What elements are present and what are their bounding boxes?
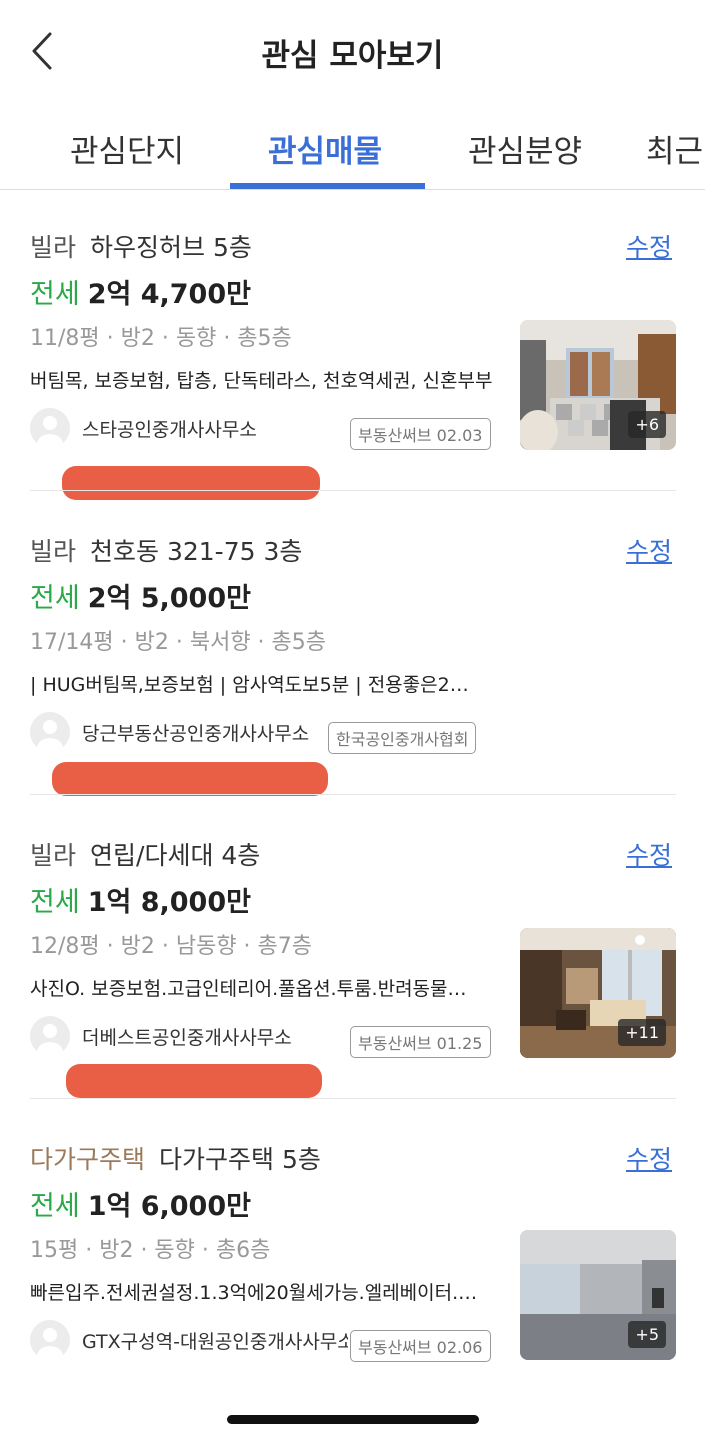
listing-photo[interactable]: +6 (520, 320, 676, 450)
property-description: | HUG버팀목,보증보험 | 암사역도보5분 | 전용좋은2… (30, 674, 469, 696)
tab-interest-complex[interactable]: 관심단지 (70, 126, 184, 171)
property-name: 연립/다세대 4층 (90, 841, 261, 870)
edit-link[interactable]: 수정 (626, 836, 672, 872)
deal-type: 전세 (30, 887, 80, 918)
property-type: 빌라 (30, 841, 77, 870)
property-spec: 11/8평 · 방2 · 동향 · 총5층 (30, 326, 292, 351)
source-badge: 부동산써브 02.06 (350, 1330, 491, 1362)
property-description: 빠른입주.전세권설정.1.3억에20월세가능.엘레베이터.… (30, 1282, 478, 1304)
listing-photo[interactable]: +5 (520, 1230, 676, 1360)
photo-count: +11 (618, 1019, 666, 1046)
edit-link[interactable]: 수정 (626, 532, 672, 568)
avatar-icon (30, 408, 70, 448)
property-type: 다가구주택 (30, 1145, 146, 1174)
property-name: 다가구주택 5층 (159, 1145, 321, 1174)
agent-name: 더베스트공인중개사사무소 (82, 1026, 292, 1049)
agent-row: 당근부동산공인중개사사무소 (30, 710, 322, 754)
deal-type: 전세 (30, 583, 80, 614)
price-amount: 2억 4,700만 (87, 279, 251, 310)
edit-link[interactable]: 수정 (626, 228, 672, 264)
agent-row: 더베스트공인중개사사무소 (30, 1014, 322, 1058)
avatar-icon (30, 712, 70, 752)
photo-count: +6 (628, 411, 666, 438)
price: 전세 2억 5,000만 (30, 576, 251, 615)
property-spec: 12/8평 · 방2 · 남동향 · 총7층 (30, 934, 313, 959)
tab-bar: 관심단지 관심매물 관심분양 최근 (0, 110, 705, 190)
listing-photo[interactable]: +11 (520, 928, 676, 1058)
avatar-icon (30, 1016, 70, 1056)
property-description: 버팀목, 보증보험, 탑층, 단독테라스, 천호역세권, 신혼부부 (30, 370, 493, 392)
listing-card[interactable]: 다가구주택 다가구주택 5층 수정 전세 1억 6,000만 15평 · 방2 · … (30, 1140, 676, 1380)
agent-row: GTX구성역-대원공인중개사사무소 (30, 1318, 348, 1362)
agent-name: 당근부동산공인중개사사무소 (82, 722, 310, 745)
price-amount: 2억 5,000만 (87, 583, 251, 614)
property-description: 사진O. 보증보험.고급인테리어.풀옵션.투룸.반려동물… (30, 978, 467, 1000)
app-header: 관심 모아보기 (0, 0, 705, 100)
active-tab-indicator (230, 183, 425, 189)
tab-interest-presale[interactable]: 관심분양 (468, 126, 582, 171)
source-badge: 부동산써브 02.03 (350, 418, 491, 450)
divider (30, 1098, 676, 1099)
property-spec: 17/14평 · 방2 · 북서향 · 총5층 (30, 630, 327, 655)
price-amount: 1억 8,000만 (87, 887, 251, 918)
home-indicator[interactable] (227, 1415, 479, 1424)
price: 전세 2억 4,700만 (30, 272, 251, 311)
property-name: 천호동 321-75 3층 (90, 537, 303, 566)
deal-type: 전세 (30, 279, 80, 310)
property-type: 빌라 (30, 233, 77, 262)
property-name: 하우징허브 5층 (90, 233, 252, 262)
source-badge: 부동산써브 01.25 (350, 1026, 491, 1058)
listing-card[interactable]: 빌라 천호동 321-75 3층 수정 전세 2억 5,000만 17/14평 · … (30, 532, 676, 796)
tab-recent[interactable]: 최근 (646, 126, 703, 171)
price-amount: 1억 6,000만 (87, 1191, 251, 1222)
photo-count: +5 (628, 1321, 666, 1348)
price: 전세 1억 8,000만 (30, 880, 251, 919)
agent-row: 스타공인중개사사무소 (30, 406, 322, 450)
listing-card[interactable]: 빌라 연립/다세대 4층 수정 전세 1억 8,000만 12/8평 · 방2 · … (30, 836, 676, 1099)
edit-link[interactable]: 수정 (626, 1140, 672, 1176)
divider (30, 490, 676, 491)
redaction-mark (52, 762, 328, 796)
price: 전세 1억 6,000만 (30, 1184, 251, 1223)
listing-card[interactable]: 빌라 하우징허브 5층 수정 전세 2억 4,700만 11/8평 · 방2 · 동… (30, 228, 676, 500)
page-title: 관심 모아보기 (261, 38, 444, 74)
avatar-icon (30, 1320, 70, 1360)
property-spec: 15평 · 방2 · 동향 · 총6층 (30, 1238, 271, 1263)
redaction-mark (62, 466, 320, 500)
property-type: 빌라 (30, 537, 77, 566)
divider (30, 794, 676, 795)
agent-name: GTX구성역-대원공인중개사사무소 (82, 1330, 348, 1353)
tab-interest-listings[interactable]: 관심매물 (268, 126, 382, 171)
agent-name: 스타공인중개사사무소 (82, 418, 257, 441)
redaction-mark (66, 1064, 322, 1098)
deal-type: 전세 (30, 1191, 80, 1222)
source-badge: 한국공인중개사협회 (328, 722, 477, 754)
